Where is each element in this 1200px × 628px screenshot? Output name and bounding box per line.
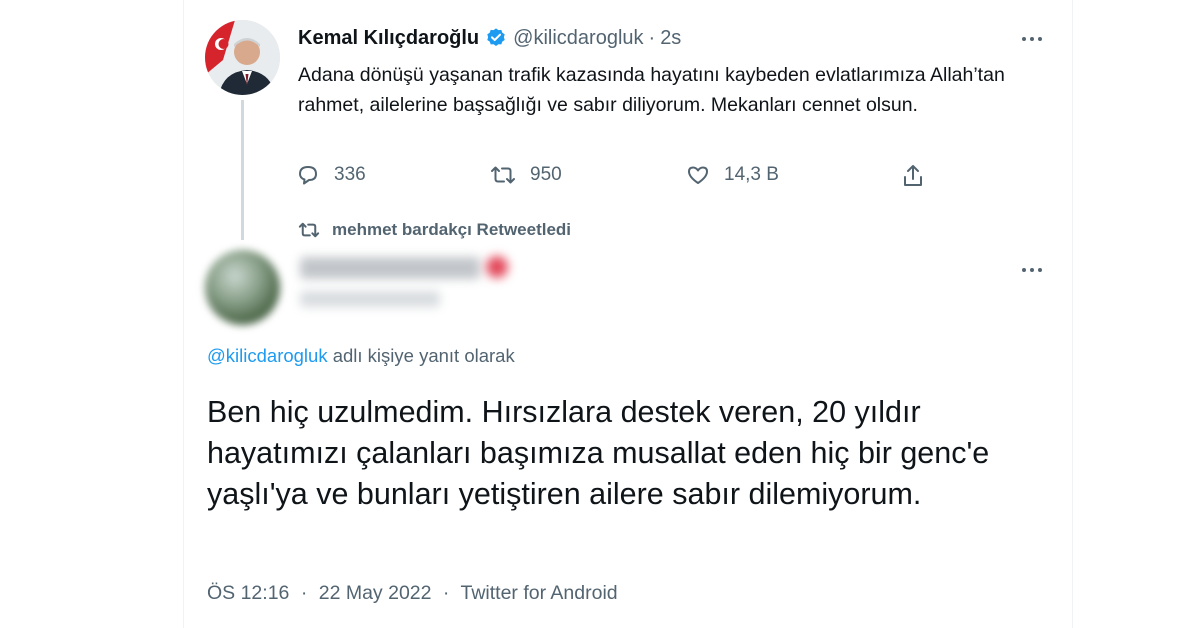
separator-dot: · [648, 26, 656, 49]
author-photo [205, 20, 280, 95]
tweet-text: Adana dönüşü yaşanan trafik kazasında ha… [298, 64, 1005, 116]
retweet-icon [298, 222, 320, 238]
reply-author-avatar[interactable] [205, 250, 280, 325]
reply-author-name-redacted [300, 257, 480, 279]
reply-author-badge-redacted [486, 256, 508, 278]
tweet-header: Kemal Kılıçdaroğlu @kilicdarogluk · 2s [298, 23, 681, 53]
thread-line [241, 100, 244, 240]
reply-icon [299, 166, 317, 185]
retweet-button[interactable]: 950 [490, 163, 562, 187]
retweet-icon [491, 166, 515, 184]
replying-to-suffix: adlı kişiye yanıt olarak [332, 345, 515, 366]
author-handle[interactable]: @kilicdarogluk [513, 27, 643, 50]
share-button[interactable] [901, 163, 925, 189]
retweet-count: 950 [530, 164, 562, 185]
like-button[interactable]: 14,3 B [686, 163, 779, 187]
retweeted-by-label: mehmet bardakçı Retweetledi [298, 218, 571, 242]
reply-author-handle-redacted [300, 291, 440, 307]
more-icon[interactable] [1022, 268, 1042, 272]
replying-to: @kilicdarogluk adlı kişiye yanıt olarak [207, 345, 515, 367]
tweet-date[interactable]: 22 May 2022 [319, 582, 432, 604]
share-icon [904, 165, 922, 186]
tweet-time[interactable]: 2s [660, 27, 681, 50]
reply-count: 336 [334, 164, 366, 185]
verified-badge-icon [485, 27, 507, 49]
separator-dot: · [300, 582, 308, 604]
author-name[interactable]: Kemal Kılıçdaroğlu [298, 27, 479, 50]
more-icon[interactable] [1022, 37, 1042, 41]
retweeted-by-text[interactable]: mehmet bardakçı Retweetledi [332, 220, 571, 240]
replying-to-handle[interactable]: @kilicdarogluk [207, 345, 328, 366]
reply-button[interactable]: 336 [296, 163, 366, 187]
tweet-actions: 336 950 14,3 B [296, 163, 936, 193]
author-avatar[interactable] [205, 20, 280, 95]
separator-dot: · [442, 582, 450, 604]
tweet-client[interactable]: Twitter for Android [460, 582, 617, 604]
tweet-timestamp[interactable]: ÖS 12:16 [207, 582, 289, 604]
tweet-meta: ÖS 12:16 · 22 May 2022 · Twitter for And… [207, 582, 618, 605]
reply-tweet-text: Ben hiç uzulmedim. Hırsızlara destek ver… [207, 395, 990, 511]
like-count: 14,3 B [724, 164, 779, 185]
like-icon [688, 166, 708, 184]
